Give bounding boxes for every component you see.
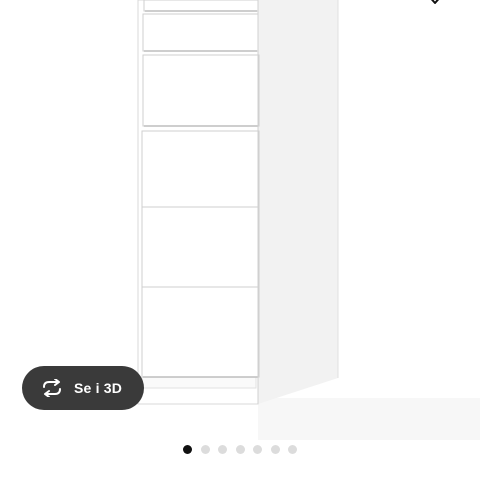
view-3d-button[interactable]: Se i 3D — [22, 366, 144, 410]
rotate-3d-icon — [40, 378, 64, 398]
product-gallery: Se i 3D — [0, 0, 480, 480]
carousel-dot[interactable] — [253, 445, 262, 454]
carousel-dot[interactable] — [288, 445, 297, 454]
carousel-dot[interactable] — [200, 445, 210, 454]
carousel-dot[interactable] — [270, 445, 280, 454]
heart-icon[interactable] — [424, 0, 446, 6]
carousel-dot[interactable] — [183, 445, 192, 454]
carousel-dot[interactable] — [218, 445, 227, 454]
view-3d-label: Se i 3D — [74, 380, 123, 396]
carousel-dots — [183, 445, 297, 455]
carousel-dot[interactable] — [235, 445, 245, 454]
